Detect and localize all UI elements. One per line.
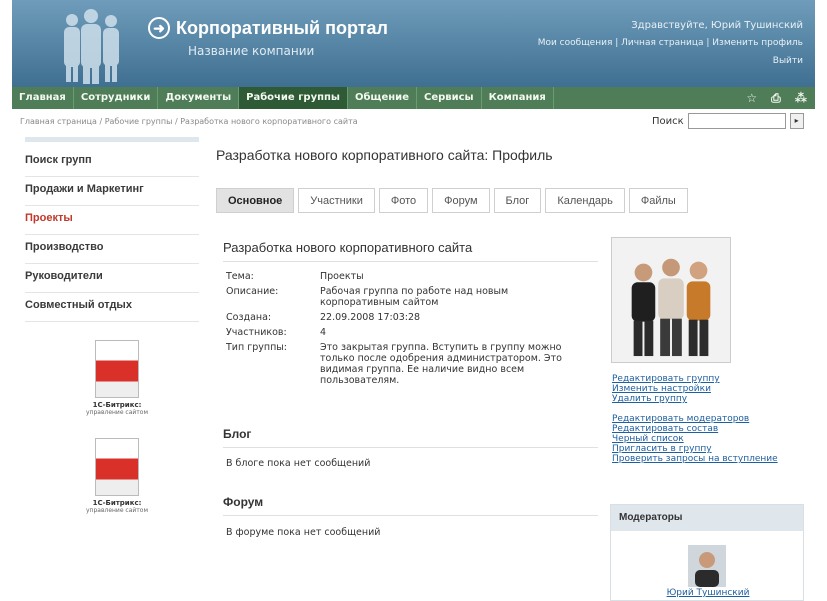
info-key: Описание: — [226, 286, 279, 297]
info-row-topic: Тема: Проекты — [226, 271, 580, 282]
search-go-button[interactable]: ▸ — [789, 113, 804, 129]
tab-calendar[interactable]: Календарь — [545, 188, 625, 213]
arrow-right-circle-icon: ➜ — [148, 17, 170, 39]
sidebar-item-production[interactable]: Производство — [25, 235, 199, 264]
search-input[interactable] — [687, 113, 786, 129]
info-value: Это закрытая группа. Вступить в группу м… — [320, 342, 562, 386]
info-key: Тип группы: — [226, 342, 287, 353]
nav-item-workgroups[interactable]: Рабочие группы — [239, 87, 348, 109]
search-bar: Поиск ▸ — [652, 113, 804, 129]
promo-banner-2[interactable]: 1С-Битрикс: управление сайтом — [78, 438, 156, 514]
info-row-members: Участников: 4 — [226, 327, 580, 338]
tab-blog[interactable]: Блог — [493, 188, 542, 213]
company-name: Название компании — [188, 44, 315, 58]
my-messages-link[interactable]: Мои сообщения — [538, 38, 613, 48]
tab-files[interactable]: Файлы — [628, 188, 688, 213]
sidebar-item-leisure[interactable]: Совместный отдых — [25, 293, 199, 322]
user-links: Мои сообщения | Личная страница | Измени… — [537, 38, 803, 48]
edit-members-link[interactable]: Редактировать состав — [612, 424, 778, 434]
info-key: Создана: — [226, 312, 272, 323]
search-label: Поиск — [652, 115, 684, 127]
group-info: Тема: Проекты Описание: Рабочая группа по … — [226, 271, 580, 390]
print-icon[interactable]: ⎙ — [771, 91, 781, 106]
promo-title: 1С-Битрикс: — [92, 499, 142, 507]
info-row-type: Тип группы: Это закрытая группа. Вступить… — [226, 342, 580, 386]
moderators-panel: Модераторы Юрий Тушинский — [610, 504, 804, 601]
logout-link[interactable]: Выйти — [773, 56, 803, 66]
star-icon[interactable]: ☆ — [746, 91, 757, 106]
portal-title-text: Корпоративный портал — [176, 17, 388, 38]
actions-spacer — [612, 404, 778, 414]
sidebar-item-find-groups[interactable]: Поиск групп — [25, 148, 199, 177]
profile-tabs: Основное Участники Фото Форум Блог Кален… — [216, 188, 688, 213]
forum-heading: Форум — [223, 495, 598, 516]
delete-group-link[interactable]: Удалить группу — [612, 394, 778, 404]
info-key: Тема: — [226, 271, 254, 282]
edit-profile-link[interactable]: Изменить профиль — [712, 38, 803, 48]
group-actions: Редактировать группу Изменить настройки … — [612, 374, 778, 464]
edit-group-link[interactable]: Редактировать группу — [612, 374, 778, 384]
sidebar-top-bar — [25, 137, 199, 142]
promo-subtitle: управление сайтом — [85, 409, 148, 416]
main-navigation: Главная Сотрудники Документы Рабочие гру… — [12, 87, 815, 109]
blacklist-link[interactable]: Черный список — [612, 434, 778, 444]
forum-empty-message: В форуме пока нет сообщений — [226, 527, 381, 538]
moderators-heading: Модераторы — [611, 505, 803, 531]
nav-item-employees[interactable]: Сотрудники — [74, 87, 159, 109]
info-value: 4 — [320, 327, 327, 338]
site-header: ➜ Корпоративный портал Название компании… — [12, 0, 815, 87]
group-photo — [611, 237, 731, 363]
group-name-heading: Разработка нового корпоративного сайта — [223, 240, 598, 262]
edit-moderators-link[interactable]: Редактировать модераторов — [612, 414, 778, 424]
sidebar-item-projects[interactable]: Проекты — [25, 206, 199, 235]
nav-item-documents[interactable]: Документы — [158, 87, 240, 109]
moderator-name-link[interactable]: Юрий Тушинский — [611, 588, 805, 598]
info-row-description: Описание: Рабочая группа по работе над но… — [226, 286, 580, 308]
tab-main[interactable]: Основное — [216, 188, 295, 213]
promo-title: 1С-Битрикс: — [92, 401, 142, 409]
info-row-created: Создана: 22.09.2008 17:03:28 — [226, 312, 580, 323]
people-silhouette-logo — [64, 9, 119, 84]
check-join-requests-link[interactable]: Проверить запросы на вступление — [612, 454, 778, 464]
promo-subtitle: управление сайтом — [85, 507, 148, 514]
portal-title[interactable]: ➜ Корпоративный портал — [148, 17, 388, 39]
info-value: Проекты — [320, 271, 364, 282]
info-value: 22.09.2008 17:03:28 — [320, 312, 421, 323]
tab-forum[interactable]: Форум — [432, 188, 490, 213]
nav-item-company[interactable]: Компания — [482, 87, 554, 109]
sidebar-item-sales-marketing[interactable]: Продажи и Маркетинг — [25, 177, 199, 206]
personal-page-link[interactable]: Личная страница — [621, 38, 703, 48]
info-key: Участников: — [226, 327, 287, 338]
promo-banner-1[interactable]: 1С-Битрикс: управление сайтом — [78, 340, 156, 416]
blog-empty-message: В блоге пока нет сообщений — [226, 458, 371, 469]
invite-to-group-link[interactable]: Пригласить в группу — [612, 444, 778, 454]
blog-heading: Блог — [223, 427, 598, 448]
info-value: Рабочая группа по работе над новым корпо… — [320, 286, 509, 308]
nav-item-communication[interactable]: Общение — [348, 87, 417, 109]
breadcrumb[interactable]: Главная страница / Рабочие группы / Разр… — [20, 117, 358, 126]
nav-item-services[interactable]: Сервисы — [417, 87, 482, 109]
moderator-avatar[interactable] — [688, 545, 726, 587]
page-title: Разработка нового корпоративного сайта: … — [216, 147, 553, 163]
sitemap-icon[interactable]: ⁂ — [795, 91, 807, 106]
tab-members[interactable]: Участники — [298, 188, 375, 213]
product-box-image — [95, 340, 139, 398]
sidebar: Поиск групп Продажи и Маркетинг Проекты … — [25, 137, 199, 322]
sidebar-item-managers[interactable]: Руководители — [25, 264, 199, 293]
product-box-image — [95, 438, 139, 496]
change-settings-link[interactable]: Изменить настройки — [612, 384, 778, 394]
user-greeting: Здравствуйте, Юрий Тушинский — [631, 20, 803, 31]
nav-item-home[interactable]: Главная — [12, 87, 74, 109]
tab-photo[interactable]: Фото — [378, 188, 429, 213]
